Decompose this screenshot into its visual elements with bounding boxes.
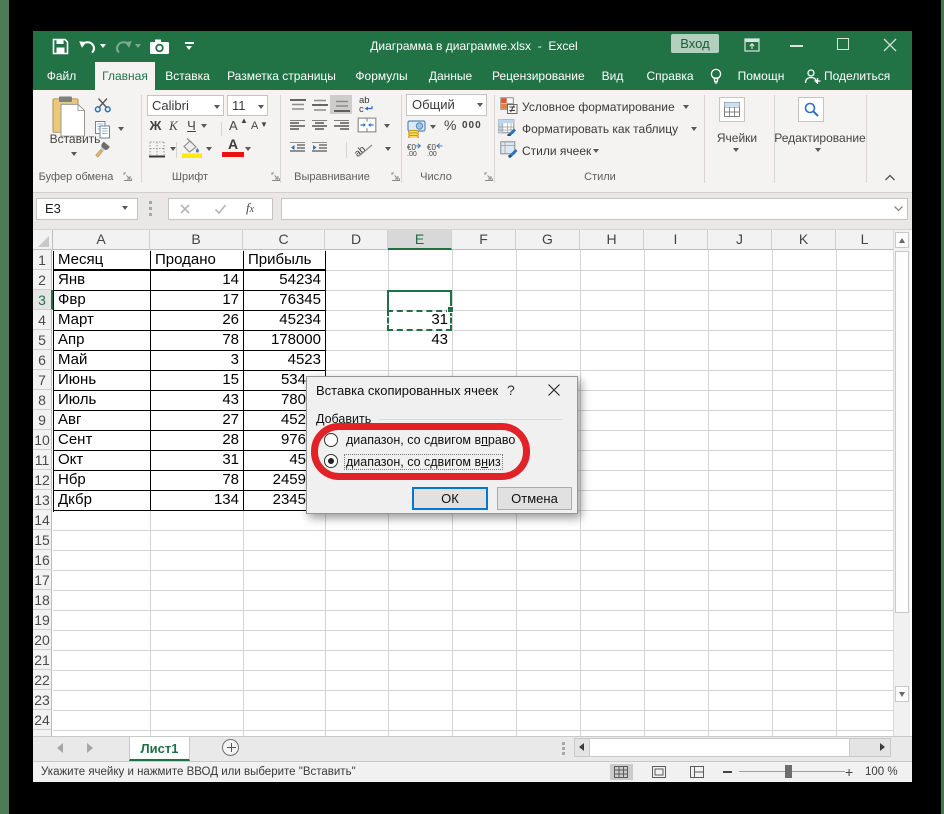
svg-text:.00: .00 — [407, 151, 417, 156]
svg-text:ab: ab — [355, 144, 368, 158]
svg-text:.00: .00 — [427, 151, 437, 156]
svg-text:c: c — [359, 104, 364, 113]
